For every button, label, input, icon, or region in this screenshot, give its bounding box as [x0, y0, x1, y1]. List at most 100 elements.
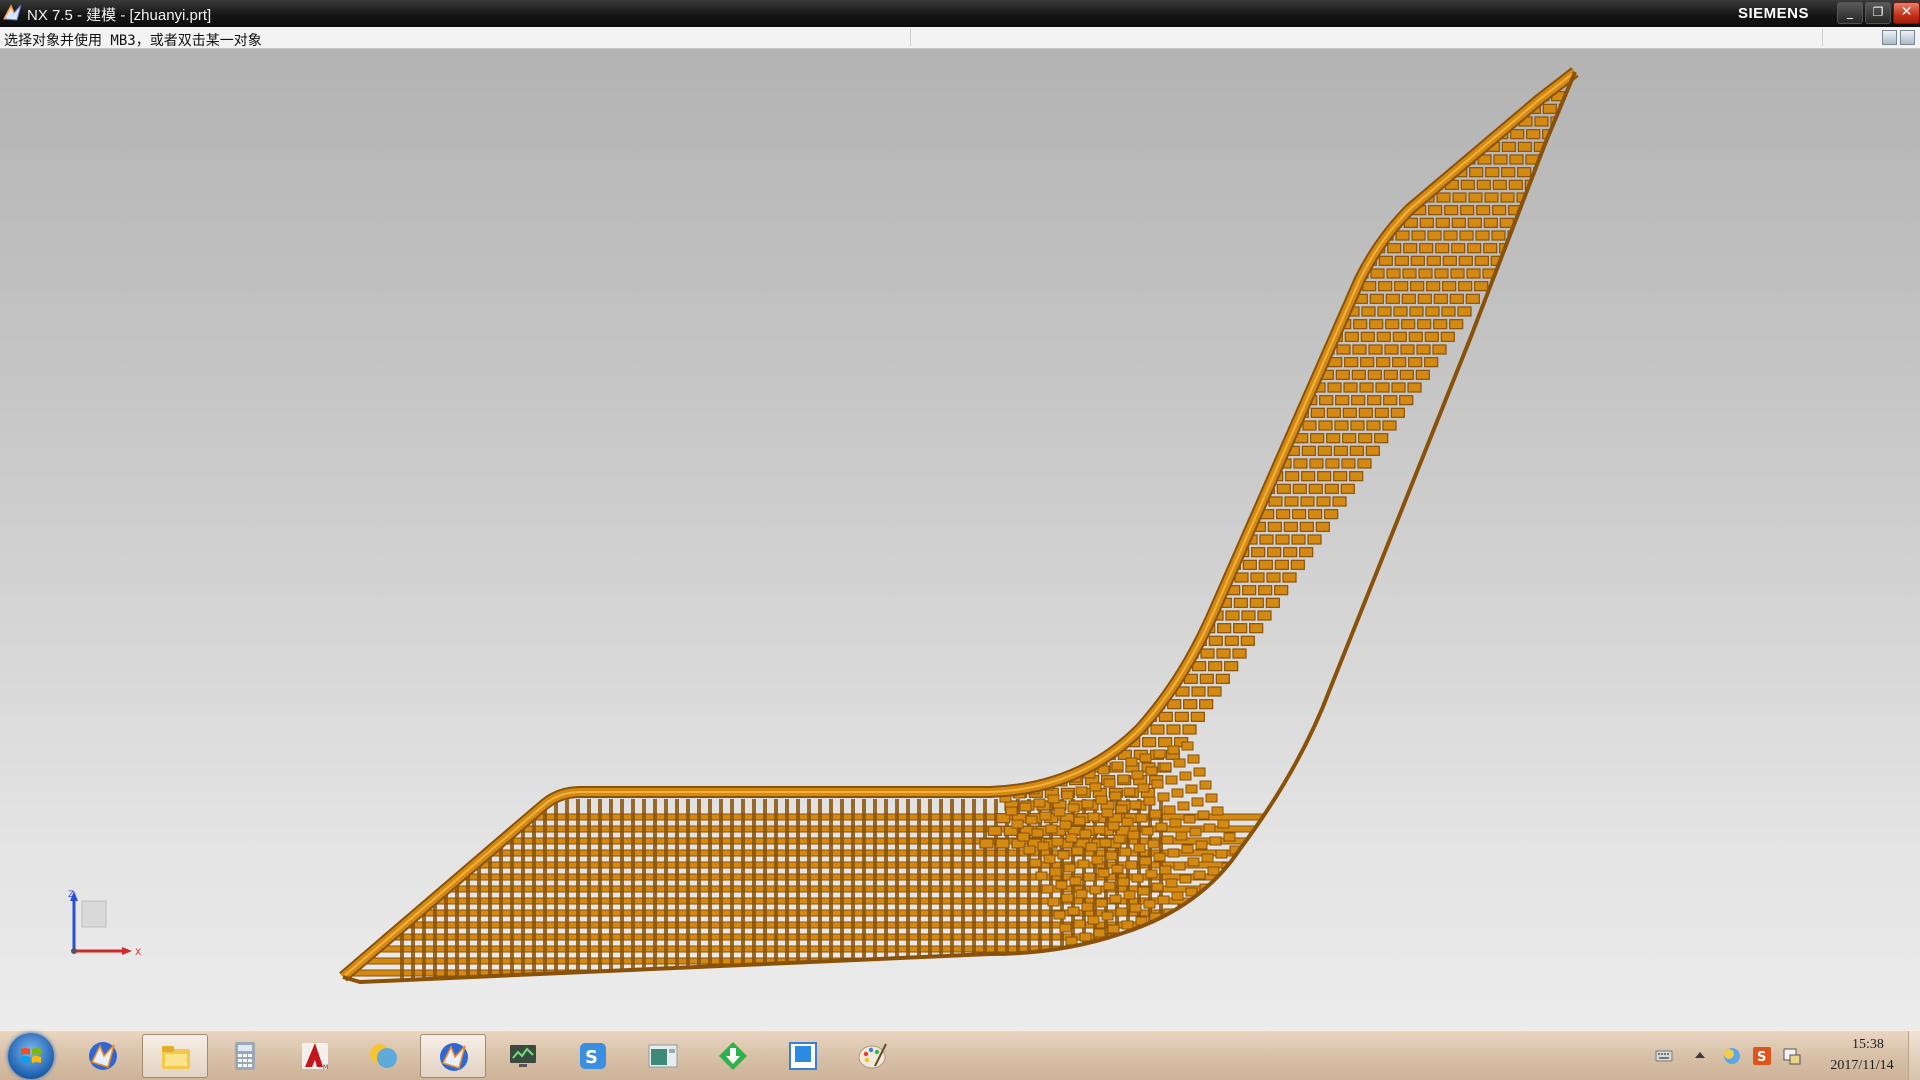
back-cell [1503, 91, 1518, 102]
back-cell [1110, 711, 1125, 722]
seat-rib [587, 799, 591, 982]
back-cell [1476, 205, 1491, 216]
transition-cell [1075, 889, 1088, 899]
show-hidden-icons-arrow[interactable] [1694, 1050, 1706, 1060]
transition-cell [1171, 788, 1184, 798]
cue-divider [910, 29, 911, 46]
seat-rib [565, 799, 569, 982]
taskbar-messenger[interactable] [350, 1034, 416, 1078]
back-cell [1501, 141, 1516, 152]
back-cell [1360, 331, 1375, 342]
layout-toggle-icon[interactable] [1882, 30, 1897, 45]
back-cell [1282, 572, 1297, 583]
z-label: Z [68, 890, 74, 900]
back-cell [1426, 255, 1441, 266]
back-cell [1069, 749, 1084, 760]
back-cell [1262, 407, 1277, 418]
calculator-icon [235, 1042, 255, 1070]
transition-cell [1117, 774, 1130, 784]
clock-time[interactable]: 15:38 [1838, 1037, 1898, 1053]
sogou-input-icon[interactable]: S [1752, 1046, 1772, 1066]
graphics-window[interactable]: Z X [0, 49, 1920, 1030]
x-axis-arrow [122, 947, 132, 955]
taskbar-window-app[interactable] [630, 1034, 696, 1078]
back-cell [1358, 433, 1373, 444]
transition-cell [1197, 810, 1210, 820]
back-cell [1296, 357, 1311, 368]
back-cell [1476, 179, 1491, 190]
woven-seat-mesh [343, 91, 1575, 982]
network-status-icon[interactable] [1722, 1046, 1742, 1066]
taskbar-explorer[interactable] [142, 1034, 208, 1078]
taskbar-blue-app[interactable] [770, 1034, 836, 1078]
svg-text:S: S [1757, 1050, 1766, 1065]
transition-cell [1061, 790, 1074, 800]
back-cell [1307, 534, 1322, 545]
back-cell [1278, 407, 1293, 418]
taskbar-autocad[interactable]: M [282, 1034, 348, 1078]
transition-cell [1097, 868, 1110, 878]
taskbar-calculator[interactable] [212, 1034, 278, 1078]
seat-rib [785, 799, 789, 982]
chair-model[interactable] [0, 49, 1920, 1030]
back-cell [1183, 699, 1198, 710]
start-button[interactable] [8, 1033, 54, 1079]
back-cell [1299, 521, 1314, 532]
clock-date[interactable]: 2017/11/14 [1812, 1058, 1912, 1074]
transition-cell [1207, 866, 1220, 876]
taskbar-input-method[interactable]: S [560, 1034, 626, 1078]
back-cell [1308, 483, 1323, 494]
seat-rib [455, 799, 459, 982]
back-cell [1287, 369, 1302, 380]
taskbar-monitor-app[interactable] [490, 1034, 556, 1078]
seat-rib [730, 799, 734, 982]
back-cell [1425, 306, 1440, 317]
back-cell [1419, 217, 1434, 228]
back-cell [1367, 369, 1382, 380]
taskbar-nx-launcher[interactable] [70, 1034, 136, 1078]
back-cell [1433, 319, 1448, 330]
transition-cell [1079, 932, 1092, 942]
show-desktop-button[interactable] [1908, 1031, 1920, 1080]
back-cell [1412, 179, 1427, 190]
back-cell [1250, 572, 1265, 583]
back-cell [1224, 635, 1239, 646]
back-cell [1153, 597, 1168, 608]
back-cell [1127, 686, 1142, 697]
keyboard-icon[interactable] [1655, 1048, 1673, 1064]
seat-rib [400, 799, 404, 982]
back-cell [1301, 445, 1316, 456]
taskbar-paint[interactable] [840, 1034, 906, 1078]
transition-cell [1071, 846, 1084, 856]
restore-button[interactable]: ❐ [1865, 2, 1891, 24]
transition-cell [1235, 858, 1248, 868]
taskbar-nx-app[interactable] [420, 1034, 486, 1078]
minimize-button[interactable]: _ [1837, 2, 1863, 24]
action-center-icon[interactable] [1782, 1046, 1802, 1066]
svg-text:S: S [585, 1047, 598, 1068]
nx-app-icon[interactable] [2, 3, 24, 23]
back-cell [1466, 268, 1481, 279]
back-cell [1415, 369, 1430, 380]
status-divider [1822, 29, 1823, 46]
back-cell [1366, 420, 1381, 431]
back-cell [1510, 129, 1525, 140]
back-cell [1094, 711, 1109, 722]
seat-rib [851, 799, 855, 982]
full-screen-icon[interactable] [1900, 30, 1915, 45]
taskbar-downloader[interactable] [700, 1034, 766, 1078]
back-cell [1217, 623, 1232, 634]
transition-cell [1113, 834, 1126, 844]
title-bar[interactable]: NX 7.5 - 建模 - [zhuanyi.prt] SIEMENS _ ❐ … [0, 0, 1920, 27]
transition-cell [1181, 844, 1194, 854]
back-cell [1242, 585, 1257, 596]
back-cell [1174, 711, 1189, 722]
close-button[interactable]: ✕ [1893, 2, 1920, 24]
transition-cell [1193, 870, 1206, 880]
transition-cell [1129, 800, 1142, 810]
messenger-icon [370, 1044, 397, 1068]
back-cell [1194, 585, 1209, 596]
back-cell [1432, 344, 1447, 355]
back-cell [1236, 496, 1251, 507]
transition-cell [1047, 897, 1060, 907]
